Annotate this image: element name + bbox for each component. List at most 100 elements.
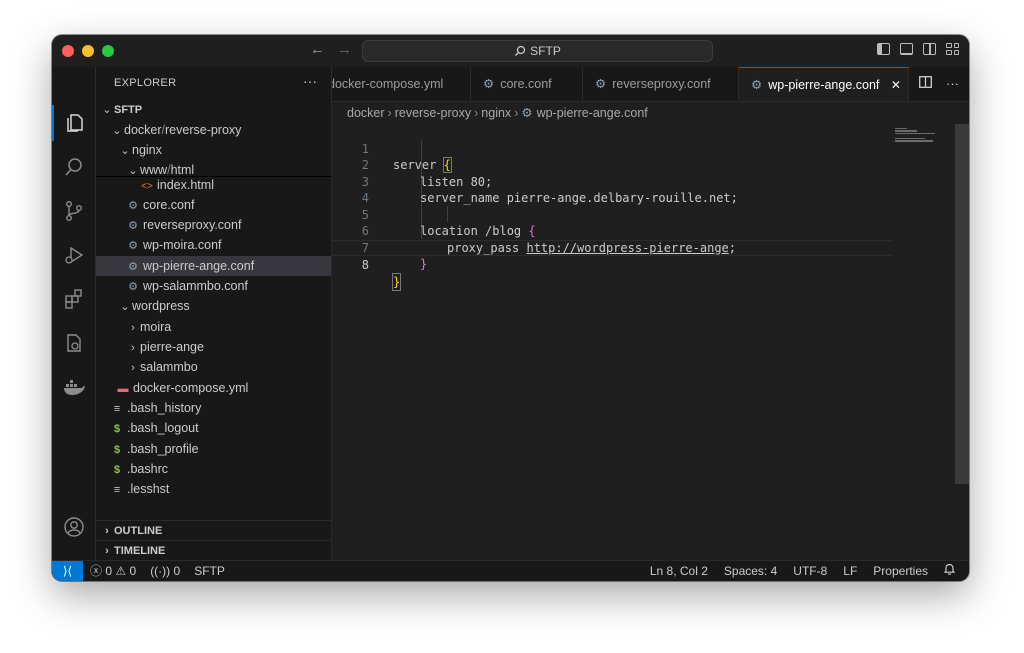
tab-label: reverseproxy.conf	[612, 77, 711, 91]
activity-bar	[52, 67, 96, 581]
tree-label: SFTP	[114, 104, 143, 116]
tab-core-conf[interactable]: ⚙ core.conf	[471, 67, 583, 101]
section-label: TIMELINE	[114, 545, 166, 557]
tab-reverseproxy-conf[interactable]: ⚙ reverseproxy.conf	[583, 67, 739, 101]
bell-icon[interactable]	[943, 561, 956, 581]
chevron-right-icon: ›	[131, 322, 135, 334]
breadcrumb-item[interactable]: wp-pierre-ange.conf	[537, 106, 648, 120]
search-icon	[64, 158, 82, 176]
tree-file-reverseproxy-conf[interactable]: ⚙ reverseproxy.conf	[96, 215, 331, 235]
tree-file-bashrc[interactable]: $ .bashrc	[96, 459, 331, 479]
end-of-line[interactable]: LF	[843, 561, 857, 581]
remote-explorer-activity[interactable]	[52, 325, 95, 361]
chevron-down-icon: ⌄	[112, 125, 122, 137]
cursor-position[interactable]: Ln 8, Col 2	[650, 561, 708, 581]
tab-label: core.conf	[500, 77, 552, 91]
language-mode[interactable]: Properties	[873, 561, 928, 581]
tree-folder-moira[interactable]: › moira	[96, 317, 331, 337]
command-center-label: SFTP	[530, 44, 561, 58]
tree-file-index-html[interactable]: <> index.html	[96, 176, 331, 193]
docker-activity[interactable]	[52, 369, 95, 405]
problems-indicator[interactable]: ⓧ 0 ⚠ 0	[90, 561, 136, 581]
customize-layout-icon[interactable]	[946, 43, 959, 55]
tree-folder-salammbo[interactable]: › salammbo	[96, 357, 331, 377]
indentation[interactable]: Spaces: 4	[724, 561, 777, 581]
code-line: 7 }	[332, 223, 892, 272]
encoding[interactable]: UTF-8	[793, 561, 827, 581]
close-window-button[interactable]	[62, 45, 74, 57]
tree-folder-pierre-ange[interactable]: › pierre-ange	[96, 337, 331, 357]
run-debug-icon	[64, 246, 83, 264]
tree-folder-docker-reverse-proxy[interactable]: ⌄ docker/reverse-proxy	[96, 120, 331, 140]
tree-file-wp-pierre-ange-conf[interactable]: ⚙ wp-pierre-ange.conf	[96, 256, 331, 276]
line-number: 8	[361, 258, 369, 272]
toggle-secondary-sidebar-icon[interactable]	[923, 43, 936, 55]
tree-root-sftp[interactable]: ⌄ SFTP	[96, 99, 331, 119]
docker-file-icon: ▬	[117, 383, 129, 395]
section-label: OUTLINE	[114, 525, 163, 537]
command-center[interactable]: SFTP	[362, 40, 713, 62]
tree-file-wp-moira-conf[interactable]: ⚙ wp-moira.conf	[96, 235, 331, 255]
tree-label: docker-compose.yml	[133, 381, 249, 395]
extensions-activity[interactable]	[52, 281, 95, 317]
vertical-scrollbar[interactable]	[955, 124, 969, 484]
ports-indicator[interactable]: ((·)) 0	[150, 561, 180, 581]
forward-arrow-icon[interactable]: →	[337, 41, 352, 58]
tab-docker-compose[interactable]: docker-compose.yml	[332, 67, 471, 101]
more-actions-icon[interactable]: ···	[946, 67, 959, 101]
tree-folder-wordpress[interactable]: ⌄ wordpress	[96, 296, 331, 316]
tree-label: core.conf	[143, 198, 195, 212]
tab-wp-pierre-ange-conf[interactable]: ⚙ wp-pierre-ange.conf ✕	[739, 67, 909, 101]
tree-file-bash-logout[interactable]: $ .bash_logout	[96, 418, 331, 438]
vscode-window: ← → SFTP EXPLORER ··· ⌄ SFTP ⌄ docker/re…	[52, 35, 969, 581]
code-line: 1 server {	[332, 124, 892, 173]
gear-icon: ⚙	[128, 281, 138, 293]
run-debug-activity[interactable]	[52, 237, 95, 273]
minimap[interactable]	[895, 128, 943, 144]
tree-file-bash-profile[interactable]: $ .bash_profile	[96, 439, 331, 459]
source-control-activity[interactable]	[52, 193, 95, 229]
timeline-section[interactable]: › TIMELINE	[96, 540, 331, 561]
split-editor-icon[interactable]	[919, 67, 932, 101]
extensions-icon	[64, 289, 82, 309]
tree-label: www	[140, 163, 168, 177]
explorer-title: EXPLORER	[114, 77, 177, 89]
zoom-window-button[interactable]	[102, 45, 114, 57]
tree-label: html	[170, 163, 195, 177]
code-text: }	[391, 272, 402, 291]
tree-file-core-conf[interactable]: ⚙ core.conf	[96, 195, 331, 215]
tree-file-docker-compose-yml[interactable]: ▬ docker-compose.yml	[96, 378, 331, 398]
tree-folder-nginx[interactable]: ⌄ nginx	[96, 140, 331, 160]
breadcrumb-item[interactable]: nginx	[481, 106, 511, 120]
files-icon	[66, 114, 83, 132]
title-bar: ← → SFTP	[52, 35, 969, 68]
gear-icon: ⚙	[128, 200, 138, 212]
chevron-right-icon: ›	[387, 106, 392, 120]
outline-section[interactable]: › OUTLINE	[96, 520, 331, 541]
minimize-window-button[interactable]	[82, 45, 94, 57]
back-arrow-icon[interactable]: ←	[310, 41, 325, 58]
shell-file-icon: $	[113, 464, 121, 476]
account-icon	[63, 517, 84, 537]
tree-file-wp-salammbo-conf[interactable]: ⚙ wp-salammbo.conf	[96, 276, 331, 296]
close-tab-icon[interactable]: ✕	[891, 78, 901, 92]
remote-indicator[interactable]: ⟩⟨	[52, 561, 83, 581]
code-line: 4	[332, 174, 892, 205]
tree-file-lesshst[interactable]: ≡ .lesshst	[96, 479, 331, 499]
tree-label: pierre-ange	[140, 340, 204, 354]
toggle-panel-icon[interactable]	[900, 43, 913, 55]
status-bar: ⟩⟨ ⓧ 0 ⚠ 0 ((·)) 0 SFTP Ln 8, Col 2 Spac…	[52, 560, 969, 581]
tree-label: wp-moira.conf	[143, 238, 222, 252]
gear-icon: ⚙	[751, 78, 763, 92]
search-activity[interactable]	[52, 149, 95, 185]
sftp-status[interactable]: SFTP	[194, 561, 225, 581]
breadcrumb-item[interactable]: docker	[347, 106, 385, 120]
tree-file-bash-history[interactable]: ≡ .bash_history	[96, 398, 331, 418]
breadcrumb-item[interactable]: reverse-proxy	[395, 106, 471, 120]
tree-label: .lesshst	[127, 482, 170, 496]
more-actions-icon[interactable]: ···	[303, 73, 317, 89]
code-editor[interactable]: 1 server { 2 listen 80; 3 server_name pi…	[332, 124, 969, 560]
accounts-activity[interactable]	[52, 509, 95, 545]
toggle-primary-sidebar-icon[interactable]	[877, 43, 890, 55]
explorer-activity[interactable]	[52, 105, 95, 141]
